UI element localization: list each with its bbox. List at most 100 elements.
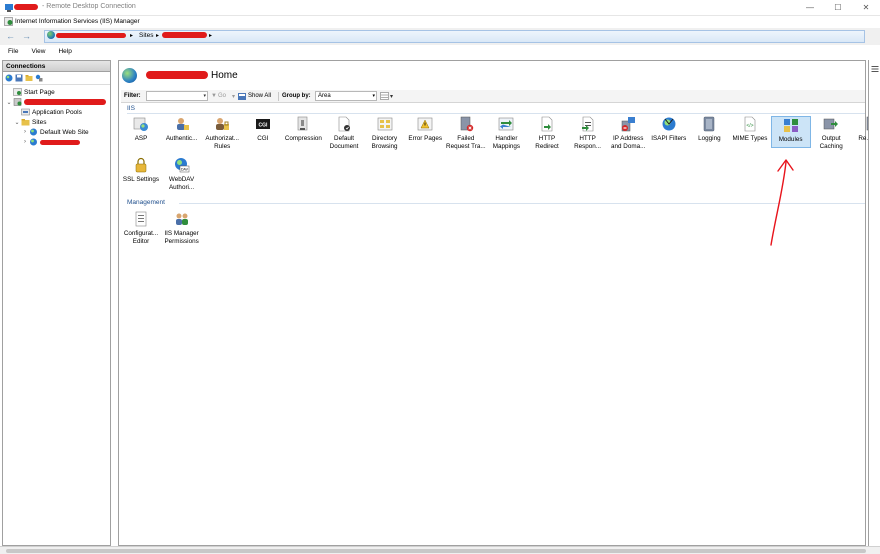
horizontal-scrollbar[interactable] [0, 546, 880, 554]
feature-asp[interactable]: ASP [121, 116, 161, 143]
save-icon[interactable] [15, 74, 23, 82]
feature-label: Handler Mappings [492, 135, 521, 150]
feature-label: MIME Types [732, 135, 768, 142]
menu-help[interactable]: Help [50, 46, 76, 59]
feature-label: Configurat... Editor [123, 230, 159, 245]
start-page-icon [13, 88, 22, 96]
globe-icon [122, 68, 137, 83]
connections-header: Connections [3, 61, 110, 72]
default-document-icon [336, 116, 352, 132]
filter-input[interactable]: ▾ [146, 91, 208, 101]
website-globe-icon [30, 128, 37, 136]
feature-iis-manager-permissions[interactable]: IIS Manager Permissions [162, 211, 202, 245]
menu-file[interactable]: File [0, 46, 23, 59]
menu-view[interactable]: View [23, 46, 50, 59]
tree-item-start-page[interactable]: Start Page [3, 87, 110, 97]
tree-item-sites[interactable]: ⌄ Sites [3, 117, 110, 127]
breadcrumb-sites[interactable]: Sites [139, 32, 153, 39]
connections-toolbar [3, 72, 110, 85]
tree-item-server[interactable]: ⌄ [3, 97, 110, 107]
redacted-server-scribble [146, 71, 208, 79]
connect-user-icon[interactable] [35, 74, 43, 82]
failed-request-icon [458, 116, 474, 132]
chevron-down-icon[interactable]: ▾ [372, 93, 375, 99]
back-arrow-icon[interactable]: ← [4, 31, 17, 42]
feature-label: Modules [778, 136, 803, 143]
feature-configuration-editor[interactable]: Configurat... Editor [121, 211, 161, 245]
show-all-button[interactable]: Show All [248, 93, 271, 99]
feature-http-response[interactable]: HTTP Respon... [568, 116, 608, 150]
tree-expander[interactable]: › [21, 129, 29, 135]
forward-arrow-icon[interactable]: → [20, 31, 33, 42]
minimize-button[interactable]: — [796, 0, 824, 16]
feature-directory-browsing[interactable]: Directory Browsing [365, 116, 405, 150]
feature-handler-mappings[interactable]: Handler Mappings [486, 116, 526, 150]
tree-expander[interactable]: ⌄ [5, 99, 13, 106]
mime-types-icon: </> [742, 116, 758, 132]
tree-item-label: Default Web Site [40, 128, 89, 136]
section-management-label[interactable]: Management [127, 199, 165, 206]
filter-bar: Filter: ▾ ▼ Go ▾ Show All Group by: Area… [121, 90, 865, 103]
redacted-site-scribble [162, 32, 207, 38]
feature-cgi[interactable]: CGI CGI [243, 116, 283, 143]
chevron-down-icon[interactable]: ▾ [232, 93, 235, 100]
iis-app-icon [4, 17, 13, 26]
feature-error-pages[interactable]: Error Pages [405, 116, 445, 143]
authentication-icon [174, 116, 190, 132]
redacted-server-scribble [24, 99, 106, 105]
home-header: Home [119, 61, 865, 89]
sites-folder-icon [21, 119, 30, 126]
connections-tree: Start Page ⌄ Application Pools ⌄ Sites ›… [3, 85, 110, 147]
feature-compression[interactable]: Compression [283, 116, 323, 143]
error-pages-icon [417, 116, 433, 132]
feature-authentication[interactable]: Authentic... [162, 116, 202, 143]
group-by-select[interactable]: Area ▾ [315, 91, 377, 101]
group-by-value: Area [318, 93, 331, 99]
tree-expander[interactable]: › [21, 139, 29, 145]
view-mode-icon[interactable] [380, 92, 389, 100]
feature-label: CGI [257, 135, 269, 142]
ssl-settings-icon [133, 157, 149, 173]
feature-ssl-settings[interactable]: SSL Settings [121, 157, 161, 184]
tree-expander[interactable]: ⌄ [13, 119, 21, 126]
folder-icon[interactable] [25, 74, 33, 82]
feature-default-document[interactable]: Default Document [324, 116, 364, 150]
feature-logging[interactable]: Logging [689, 116, 729, 143]
asp-icon [133, 116, 149, 132]
scrollbar-thumb[interactable] [6, 549, 866, 553]
feature-label: IP Address and Doma... [611, 135, 646, 150]
feature-modules[interactable]: Modules [770, 116, 811, 148]
iis-window-title: Internet Information Services (IIS) Mana… [15, 18, 140, 25]
section-iis-label[interactable]: IIS [127, 105, 135, 112]
tree-item-application-pools[interactable]: Application Pools [3, 107, 110, 117]
feature-http-redirect[interactable]: HTTP Redirect [527, 116, 567, 150]
actions-toggle-icon[interactable] [871, 65, 879, 73]
tree-item-site-redacted[interactable]: › [3, 137, 110, 147]
chevron-down-icon[interactable]: ▾ [390, 93, 393, 100]
svg-text:DAV: DAV [181, 168, 189, 172]
maximize-button[interactable]: ☐ [824, 0, 852, 16]
feature-mime-types[interactable]: </> MIME Types [730, 116, 770, 143]
go-funnel-icon[interactable]: ▼ [211, 93, 217, 99]
rdp-window-title: - Remote Desktop Connection [42, 3, 136, 10]
feature-failed-request[interactable]: Failed Request Tra... [446, 116, 486, 150]
chevron-down-icon[interactable]: ▾ [203, 93, 206, 99]
feature-webdav[interactable]: DAV WebDAV Authori... [162, 157, 202, 191]
tree-item-default-web-site[interactable]: › Default Web Site [3, 127, 110, 137]
isapi-filters-icon [661, 116, 677, 132]
http-redirect-icon [539, 116, 555, 132]
feature-isapi-filters[interactable]: ISAPI Filters [649, 116, 689, 143]
feature-output-caching[interactable]: Output Caching [811, 116, 851, 150]
feature-label: Output Caching [819, 135, 843, 150]
page-title: Home [211, 70, 238, 81]
ip-address-icon [620, 116, 636, 132]
breadcrumb-separator: ▸ [209, 33, 213, 39]
feature-ip-address[interactable]: IP Address and Doma... [608, 116, 648, 150]
show-all-icon[interactable] [238, 93, 246, 100]
globe-icon [47, 31, 55, 39]
connect-globe-icon[interactable] [5, 74, 13, 82]
close-button[interactable]: ✕ [852, 0, 880, 16]
go-button[interactable]: Go [218, 93, 226, 99]
feature-label: SSL Settings [122, 176, 160, 183]
feature-authorization[interactable]: Authorizat... Rules [202, 116, 242, 150]
